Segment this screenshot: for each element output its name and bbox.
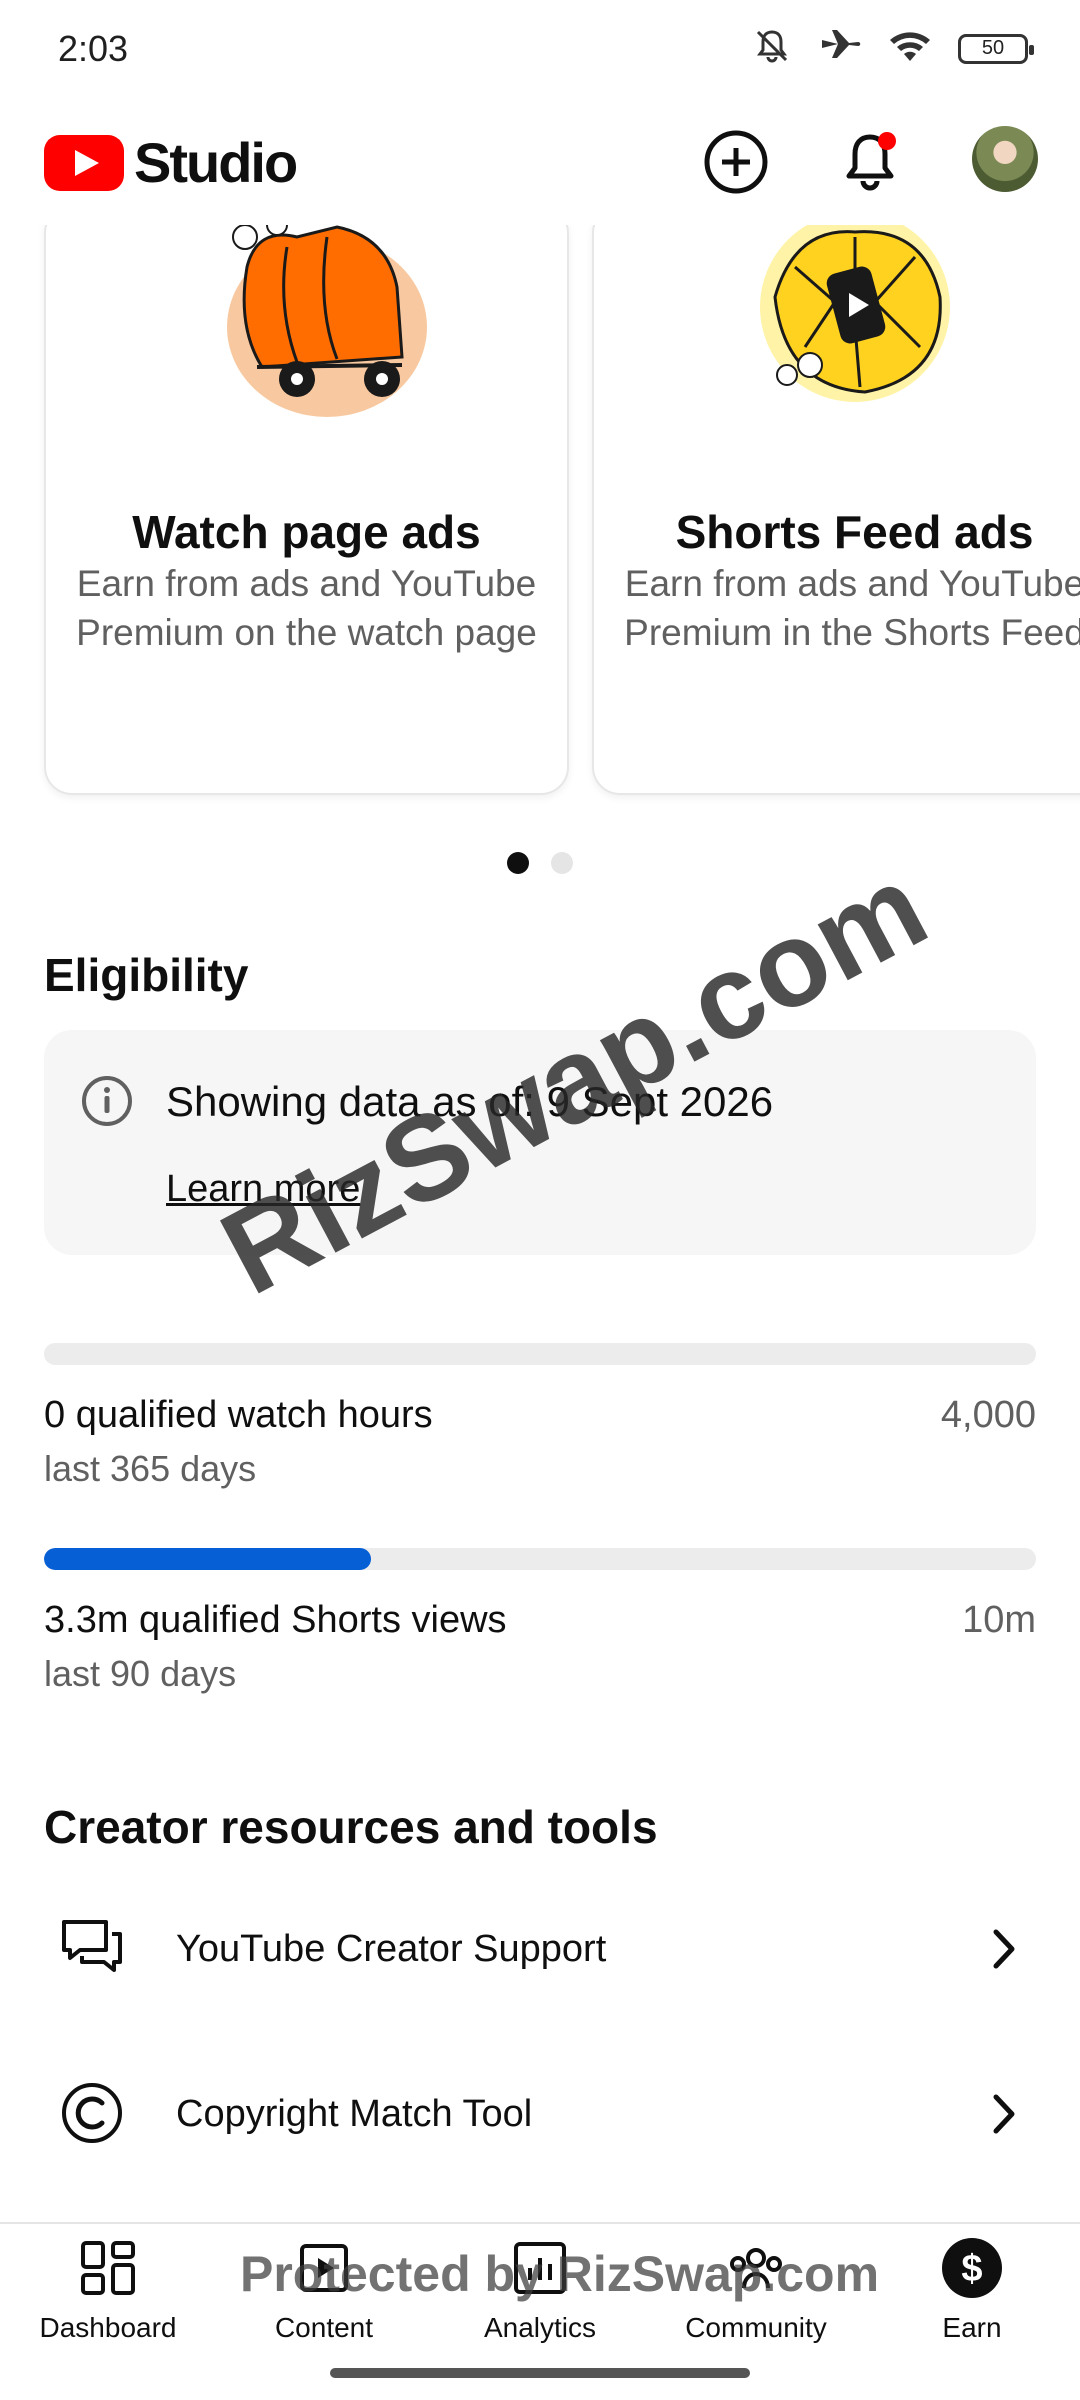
nav-label: Content	[274, 2312, 374, 2343]
notifications-icon	[846, 132, 896, 191]
copyright-match-label: Copyright Match Tool	[176, 2093, 533, 2135]
status-bar: 2:03 50	[0, 0, 1080, 100]
bell-off-icon	[752, 26, 792, 71]
wifi-icon	[888, 28, 932, 69]
watch-hours-target: 4,000	[940, 1394, 1036, 1436]
card-title: Watch page ads	[132, 506, 481, 558]
home-indicator[interactable]	[330, 2368, 750, 2378]
nav-label: Community	[685, 2312, 827, 2343]
notifications-button[interactable]	[834, 126, 906, 198]
info-icon	[80, 1074, 134, 1133]
battery-level: 50	[981, 37, 1005, 59]
eligibility-title: Eligibility	[44, 949, 249, 1001]
svg-text:$: $	[961, 2248, 982, 2290]
chevron-right-icon	[984, 2089, 1024, 2144]
carousel-card-watch-page[interactable]: Watch page ads Earn from ads and YouTube…	[44, 225, 569, 795]
status-icons: 50	[752, 26, 1034, 71]
carousel-dot-2[interactable]	[551, 852, 573, 874]
progress-fill	[44, 1548, 372, 1570]
monetization-carousel[interactable]: Watch page ads Earn from ads and YouTube…	[0, 225, 1080, 825]
airplane-icon	[818, 26, 862, 71]
shorts-views-target: 10m	[962, 1599, 1036, 1641]
creator-support-item[interactable]: YouTube Creator Support	[0, 1878, 1080, 2018]
yellow-shorts-illustration	[735, 225, 975, 422]
battery-icon: 50	[958, 33, 1034, 64]
dashboard-grid-icon	[76, 2236, 140, 2300]
card-title: Shorts Feed ads	[675, 506, 1034, 558]
app-screen: 2:03 50 Studio Watch page ads Earn from …	[0, 0, 1080, 2400]
nav-earn[interactable]: $ Earn	[864, 2236, 1080, 2356]
card-description: Earn from ads and YouTube Premium on the…	[76, 563, 537, 653]
notification-badge	[878, 132, 896, 150]
copyright-match-item[interactable]: Copyright Match Tool	[0, 2043, 1080, 2183]
chevron-right-icon	[984, 1924, 1024, 1979]
app-header: Studio	[0, 100, 1080, 225]
create-button[interactable]	[700, 126, 772, 198]
nav-label: Analytics	[483, 2312, 597, 2343]
carousel-pagination	[0, 852, 1080, 874]
carousel-card-shorts-feed[interactable]: Shorts Feed ads Earn from ads and YouTub…	[592, 225, 1080, 795]
nav-label: Earn	[942, 2312, 1002, 2343]
watch-hours-progress	[44, 1343, 1036, 1365]
watch-hours-label: 0 qualified watch hours	[44, 1394, 433, 1436]
brand-name: Studio	[134, 131, 298, 194]
chat-bubbles-icon	[58, 1914, 126, 1982]
youtube-logo-icon	[44, 134, 124, 191]
carousel-dot-1[interactable]	[507, 852, 529, 874]
account-avatar[interactable]	[972, 126, 1038, 192]
nav-label: Dashboard	[39, 2312, 177, 2343]
shorts-views-label: 3.3m qualified Shorts views	[44, 1599, 507, 1641]
card-description: Earn from ads and YouTube Premium in the…	[624, 563, 1080, 653]
orange-car-illustration	[187, 225, 427, 422]
status-time: 2:03	[58, 28, 129, 69]
copyright-icon	[58, 2079, 126, 2147]
nav-dashboard[interactable]: Dashboard	[0, 2236, 216, 2356]
shorts-views-progress	[44, 1548, 1036, 1570]
earn-dollar-icon: $	[940, 2236, 1004, 2300]
shorts-views-period: last 90 days	[44, 1653, 237, 1694]
watch-hours-period: last 365 days	[44, 1448, 257, 1489]
resources-title: Creator resources and tools	[44, 1801, 658, 1853]
footer-watermark: Protected by RizSwap.com	[240, 2246, 880, 2302]
create-plus-icon	[704, 130, 768, 194]
creator-support-label: YouTube Creator Support	[176, 1928, 607, 1970]
studio-logo[interactable]: Studio	[44, 130, 298, 195]
